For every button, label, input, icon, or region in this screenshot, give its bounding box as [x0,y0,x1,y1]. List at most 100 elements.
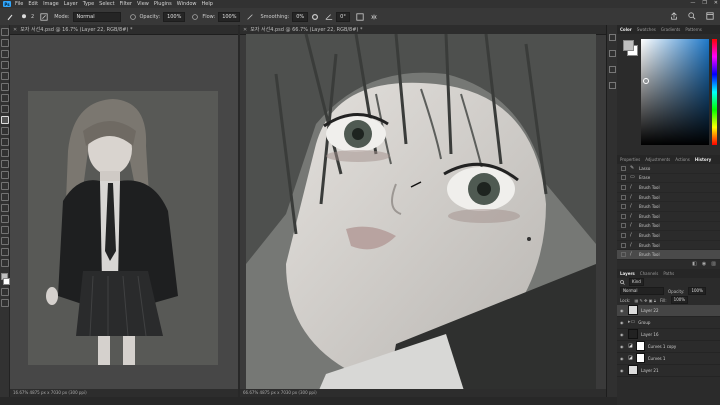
lock-icon[interactable]: ▦ ✎ ✥ ▣ 🔒︎ [634,298,655,303]
more-tools-icon[interactable] [0,259,9,267]
history-source-box[interactable] [621,223,626,229]
angle-input[interactable]: 0° [336,11,350,22]
menu-layer[interactable]: Layer [64,1,78,7]
history-row[interactable]: ∕ Brush Tool [617,241,720,251]
background-color-swatch[interactable] [3,278,10,285]
tab-color[interactable]: Color [620,27,632,32]
libraries-icon[interactable] [608,34,616,41]
symmetry-toggle[interactable] [370,13,378,21]
history-row-selected[interactable]: ∕ Brush Tool [617,250,720,260]
visibility-eye-icon[interactable]: ◉ [620,332,625,337]
tab-properties[interactable]: Properties [620,157,640,162]
tab-adjustments[interactable]: Adjustments [645,157,670,162]
gradient-tool-icon[interactable] [0,160,9,168]
history-row[interactable]: ∕ Brush Tool [617,183,720,193]
visibility-eye-icon[interactable]: ◉ [620,308,625,313]
mode-dropdown[interactable]: Normal [72,11,121,22]
share-icon[interactable] [670,12,678,20]
healing-tool-icon[interactable] [0,105,9,113]
tab-patterns[interactable]: Patterns [685,27,701,32]
visibility-eye-icon[interactable]: ◉ [620,344,625,349]
adjustments-icon[interactable] [608,66,616,73]
menu-file[interactable]: File [15,1,23,7]
visibility-eye-icon[interactable]: ◉ [620,368,625,373]
layer-row[interactable]: ◉ ◪ Curves 1 copy [617,341,720,353]
type-tool-icon[interactable] [0,204,9,212]
brushes-icon[interactable] [608,82,616,89]
brush-preset-picker[interactable]: 2 [20,13,34,21]
history-source-box[interactable] [621,213,626,219]
pressure-size-toggle[interactable] [356,12,364,21]
layer-row[interactable]: ◉ ◪ Curves 1 [617,353,720,365]
menu-view[interactable]: View [137,1,149,7]
menu-help[interactable]: Help [202,1,213,7]
move-tool-icon[interactable] [0,28,9,36]
history-source-box[interactable] [621,204,626,210]
airbrush-toggle[interactable] [246,13,254,21]
history-row[interactable]: ∕ Brush Tool [617,212,720,222]
workspace-icon[interactable] [706,12,714,20]
crop-tool-icon[interactable] [0,72,9,80]
layer-row[interactable]: ◉ Layer 21 [617,365,720,377]
layer-opacity-input[interactable]: 100% [688,287,706,296]
screen-mode-icon[interactable] [0,299,9,307]
smoothing-input[interactable]: 0% [292,11,309,22]
blur-tool-icon[interactable] [0,171,9,179]
brush-tool-icon[interactable] [0,116,9,124]
history-source-box[interactable] [621,194,626,200]
close-button[interactable]: ✕ [714,0,718,6]
history-source-box[interactable] [621,252,626,258]
menu-edit[interactable]: Edit [28,1,38,7]
menu-plugins[interactable]: Plugins [154,1,172,7]
tab-swatches[interactable]: Swatches [637,27,656,32]
canvas-right[interactable] [246,34,596,397]
tab-gradients[interactable]: Gradients [661,27,681,32]
history-source-box[interactable] [621,165,626,171]
frame-tool-icon[interactable] [0,83,9,91]
color-field[interactable] [641,39,709,145]
path-select-tool-icon[interactable] [0,215,9,223]
visibility-eye-icon[interactable]: ◉ [620,356,625,361]
menu-window[interactable]: Window [177,1,197,7]
gear-icon[interactable] [311,13,319,21]
history-source-box[interactable] [621,242,626,248]
flow-input[interactable]: 100% [218,11,241,22]
history-source-box[interactable] [621,232,626,238]
tab-paths[interactable]: Paths [663,271,674,276]
hand-tool-icon[interactable] [0,237,9,245]
history-row[interactable]: ∕ Brush Tool [617,231,720,241]
layer-row[interactable]: ◉ Layer 22 [617,304,720,317]
dodge-tool-icon[interactable] [0,182,9,190]
menu-filter[interactable]: Filter [120,1,132,7]
pen-tool-icon[interactable] [0,193,9,201]
shape-tool-icon[interactable] [0,226,9,234]
history-row[interactable]: ∕ Brush Tool [617,193,720,203]
layer-row[interactable]: ◉ Layer 16 [617,329,720,341]
visibility-eye-icon[interactable]: ◉ [620,320,625,325]
zoom-tool-icon[interactable] [0,248,9,256]
blend-mode-dropdown[interactable]: Normal [620,287,664,296]
close-tab-icon[interactable]: ✕ [13,27,17,33]
close-tab-icon[interactable]: ✕ [243,27,247,33]
history-source-box[interactable] [621,175,626,181]
maximize-button[interactable]: ❐ [702,0,706,6]
search-icon[interactable] [688,12,696,20]
menu-image[interactable]: Image [43,1,59,7]
layer-row[interactable]: ◉ ▸▭ Group [617,317,720,329]
tool-preset[interactable] [6,13,14,21]
properties-icon[interactable] [608,50,616,57]
layer-kind-filter[interactable]: Kind [629,278,644,287]
new-snapshot-icon[interactable]: ◧ [692,261,697,267]
menu-type[interactable]: Type [83,1,94,7]
quick-select-tool-icon[interactable] [0,61,9,69]
tab-layers[interactable]: Layers [620,271,635,276]
eyedropper-tool-icon[interactable] [0,94,9,102]
history-row[interactable]: ▭ Erase [617,174,720,184]
camera-icon[interactable]: ◉ [702,261,706,267]
marquee-tool-icon[interactable] [0,39,9,47]
history-row[interactable]: ✎ Lasso [617,164,720,174]
document-tab-left[interactable]: ✕ 모자 서선4.psd @ 16.7% (Layer 22, RGB/8#) … [10,25,238,35]
eraser-tool-icon[interactable] [0,149,9,157]
tab-actions[interactable]: Actions [675,157,690,162]
color-picker-ring[interactable] [643,78,649,84]
